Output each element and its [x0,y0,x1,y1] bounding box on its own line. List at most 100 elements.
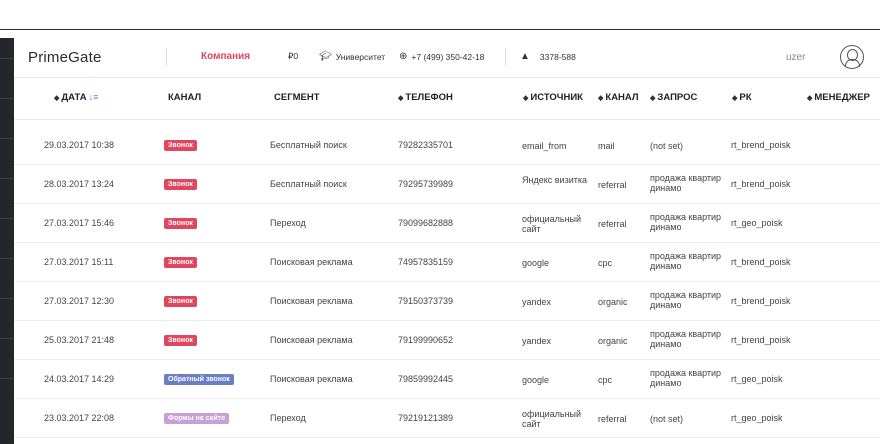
medium-value: referral [598,414,627,424]
call-date: 23.03.2017 22:08 [44,413,115,423]
call-date: 27.03.2017 12:30 [44,296,115,306]
channel-badge[interactable]: Формы на сайте [164,413,230,424]
source-value: yandex [522,297,552,307]
top-header: PrimeGate Компания ₽0 🎓︎ Университет ⊕ +… [14,38,880,78]
lifebuoy-icon: ⊕ [399,51,408,62]
campaign-value: rt_geo_poisk [731,374,783,384]
segment-value: Переход [270,413,306,423]
source-value: google [522,258,550,268]
channel-badge[interactable]: Звонок [164,140,197,151]
sort-desc-icon[interactable]: ↓≡ [89,92,99,102]
query-value: (not set) [650,414,684,424]
medium-value: cpc [598,375,613,385]
segment-value: Поисковая реклама [270,374,353,384]
query-value: продажа квартир динамо [650,212,722,232]
table-row[interactable]: 27.03.2017 12:30 Звонок Поисковая реклама 7… [14,282,880,321]
query-value: продажа квартир динамо [650,251,722,271]
segment-value: Поисковая реклама [270,335,353,345]
sort-icon: ◆ [732,95,738,102]
column-query[interactable]: ◆ ЗАПРОС [650,92,697,103]
campaign-value: rt_geo_poisk [731,218,783,228]
call-date: 27.03.2017 15:46 [44,218,115,228]
account-id-value: 3378-588 [539,51,576,62]
query-value: продажа квартир динамо [650,329,722,349]
app-logo[interactable]: PrimeGate [28,49,102,66]
call-date: 25.03.2017 21:48 [44,335,115,345]
column-date[interactable]: ◆ ДАТА ↓≡ [54,92,98,103]
call-date: 28.03.2017 13:24 [44,179,115,189]
campaign-value: rt_brend_poisk [731,257,791,267]
phone-value: 79199990652 [398,335,454,345]
channel-badge[interactable]: Обратный звонок [164,374,234,385]
sort-icon: ◆ [807,95,813,102]
account-id[interactable]: ▲ 3378-588 [520,51,576,62]
company-link[interactable]: Компания [201,51,250,62]
table-row[interactable]: 25.03.2017 21:48 Звонок Поисковая реклама 7… [14,321,880,360]
sort-icon: ◆ [398,95,404,102]
call-date: 24.03.2017 14:29 [44,374,115,384]
source-value: официальный сайт [522,409,582,429]
source-value: yandex [522,336,552,346]
channel-badge[interactable]: Звонок [164,179,197,190]
channel-badge[interactable]: Звонок [164,335,197,346]
phone-value: 79295739989 [398,179,454,189]
phone-value: 79859992445 [398,374,454,384]
university-label: Университет [335,51,386,62]
channel-badge[interactable]: Звонок [164,218,197,229]
source-value: email_from [522,141,567,151]
channel-badge[interactable]: Звонок [164,296,197,307]
column-medium[interactable]: ◆ КАНАЛ [598,92,639,103]
phone-value: 79282335701 [398,140,454,150]
campaign-value: rt_geo_poisk [731,413,783,423]
segment-value: Бесплатный поиск [270,140,347,150]
balance[interactable]: ₽0 [288,51,298,62]
column-phone[interactable]: ◆ ТЕЛЕФОН [398,92,453,103]
campaign-value: rt_brend_poisk [731,140,791,150]
segment-value: Бесплатный поиск [270,179,347,189]
column-channel[interactable]: КАНАЛ [168,92,201,103]
graduation-cap-icon: 🎓︎ [319,51,332,62]
segment-value: Переход [270,218,306,228]
sort-icon: ◆ [54,95,60,102]
segment-value: Поисковая реклама [270,257,353,267]
table-row[interactable]: 23.03.2017 22:08 Формы на сайте Переход 792… [14,399,880,438]
support-phone-value: +7 (499) 350-42-18 [411,51,485,62]
user-icon: ▲ [520,51,530,62]
table-row[interactable]: 29.03.2017 10:38 Звонок Бесплатный поиск 79… [14,126,880,165]
query-value: продажа квартир динамо [650,368,722,388]
source-value: Яндекс визитка [522,175,587,185]
call-date: 29.03.2017 10:38 [44,140,115,150]
table-header: ◆ ДАТА ↓≡ КАНАЛ СЕГМЕНТ ◆ ТЕЛЕФОН ◆ ИСТОЧНИК… [14,78,880,120]
column-segment[interactable]: СЕГМЕНТ [274,92,320,103]
table-row[interactable]: 27.03.2017 15:11 Звонок Поисковая реклама 7… [14,243,880,282]
medium-value: cpc [598,258,613,268]
medium-value: mail [598,141,615,151]
table-row[interactable]: 28.03.2017 13:24 Звонок Бесплатный поиск 79… [14,165,880,204]
table-row[interactable]: 24.03.2017 14:29 Обратный звонок Поисковая… [14,360,880,399]
username[interactable]: uzer [786,52,805,63]
column-manager[interactable]: ◆ МЕНЕДЖЕР [807,92,870,103]
avatar-icon[interactable] [840,45,864,69]
campaign-value: rt_brend_poisk [731,335,791,345]
university-link[interactable]: 🎓︎ Университет [319,51,385,62]
sort-icon: ◆ [523,95,529,102]
channel-badge[interactable]: Звонок [164,257,197,268]
medium-value: organic [598,336,628,346]
medium-value: organic [598,297,628,307]
call-date: 27.03.2017 15:11 [44,257,114,267]
campaign-value: rt_brend_poisk [731,179,791,189]
query-value: продажа квартир динамо [650,290,722,310]
balance-value: ₽0 [288,51,299,61]
medium-value: referral [598,219,627,229]
column-source[interactable]: ◆ ИСТОЧНИК [523,92,583,103]
sort-icon: ◆ [650,95,656,102]
phone-value: 74957835159 [398,257,454,267]
phone-value: 79099682888 [398,218,454,228]
segment-value: Поисковая реклама [270,296,353,306]
phone-value: 79150373739 [398,296,454,306]
phone-value: 79219121389 [398,413,454,423]
column-campaign[interactable]: ◆ РК [732,92,752,103]
sidebar [0,38,14,444]
support-phone[interactable]: ⊕ +7 (499) 350-42-18 [399,51,484,62]
table-row[interactable]: 27.03.2017 15:46 Звонок Переход 79099682888… [14,204,880,243]
